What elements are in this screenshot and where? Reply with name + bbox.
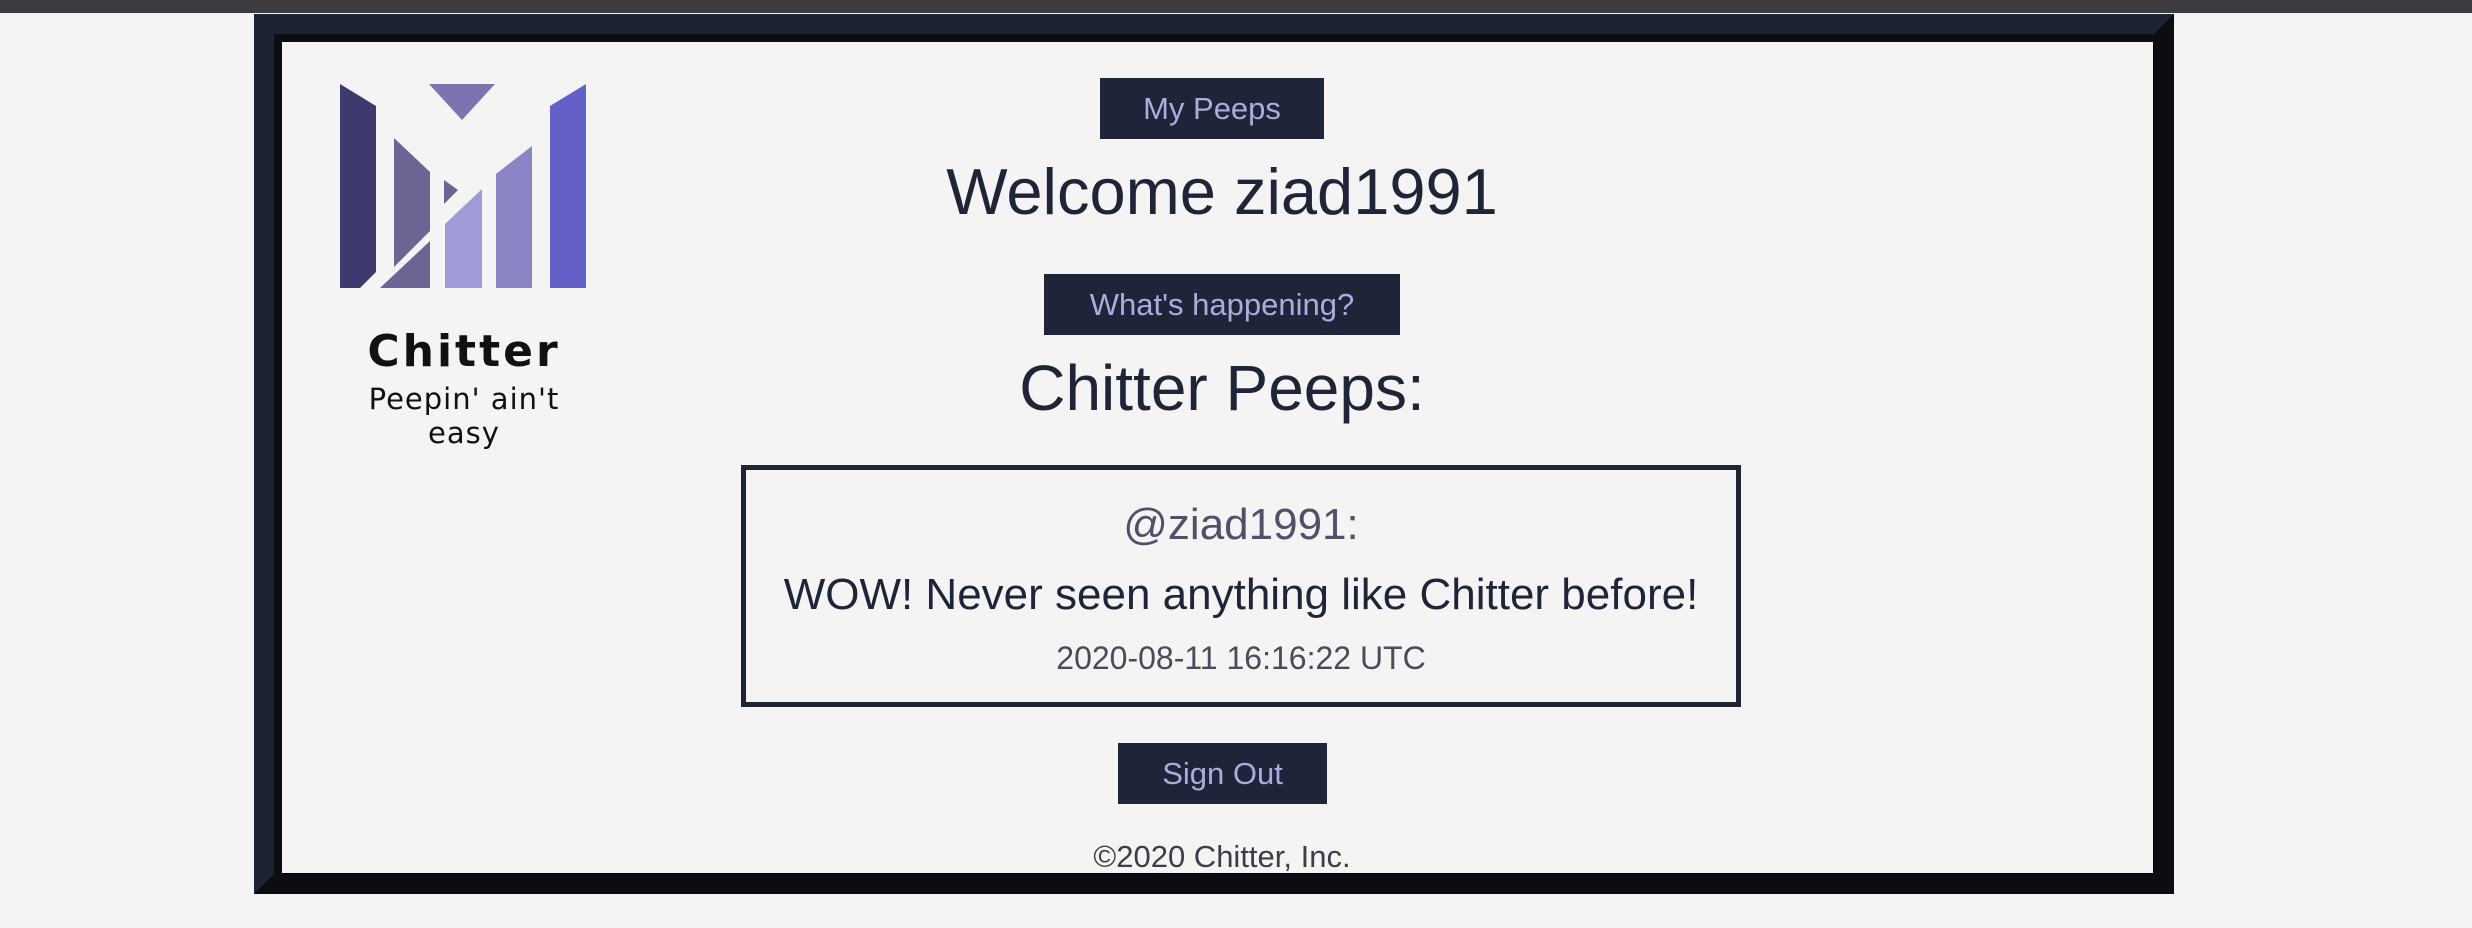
peeps-heading: Chitter Peeps: <box>1019 352 1425 424</box>
whats-happening-button[interactable]: What's happening? <box>1044 274 1400 335</box>
peep-timestamp: 2020-08-11 16:16:22 UTC <box>1056 640 1426 676</box>
sign-out-button[interactable]: Sign Out <box>1118 743 1327 804</box>
page-frame: Chitter Peepin' ain't easy My Peeps Welc… <box>254 14 2174 894</box>
my-peeps-button[interactable]: My Peeps <box>1100 78 1324 139</box>
browser-top-bar <box>0 0 2472 13</box>
welcome-title: Welcome ziad1991 <box>946 155 1498 228</box>
peep-card: @ziad1991: WOW! Never seen anything like… <box>741 465 1741 707</box>
peep-username: @ziad1991: <box>1123 500 1359 549</box>
page-frame-inner: Chitter Peepin' ain't easy My Peeps Welc… <box>274 34 2154 874</box>
peep-message: WOW! Never seen anything like Chitter be… <box>783 570 1699 619</box>
footer-copyright: ©2020 Chitter, Inc. <box>1093 839 1351 874</box>
